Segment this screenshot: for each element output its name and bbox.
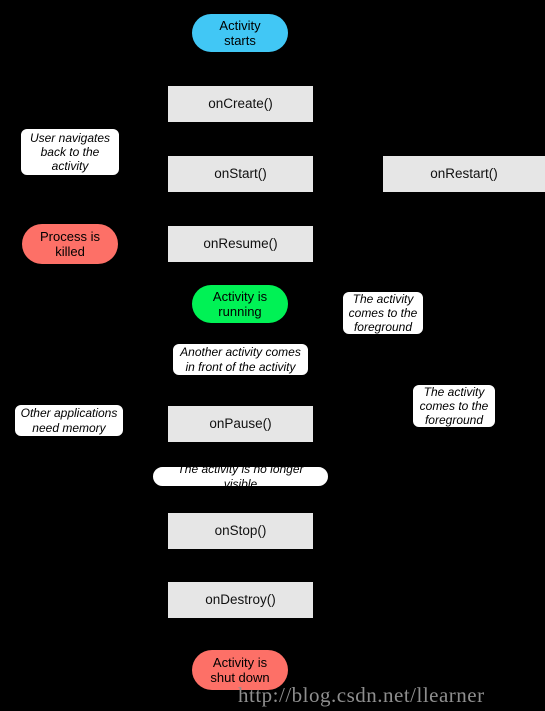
annotation-comes-to-foreground-upper: The activity comes to the foreground — [342, 291, 424, 335]
annotation-comes-to-foreground-lower: The activity comes to the foreground — [412, 384, 496, 428]
annotation-other-apps-need-memory: Other applications need memory — [14, 404, 124, 437]
method-box-onresume: onResume() — [168, 226, 313, 262]
method-box-onrestart: onRestart() — [383, 156, 545, 192]
method-box-onstart: onStart() — [168, 156, 313, 192]
annotation-user-navigates-back: User navigates back to the activity — [20, 128, 120, 176]
state-activity-starts: Activity starts — [192, 14, 288, 52]
annotation-no-longer-visible: The activity is no longer visible — [152, 462, 329, 491]
state-activity-running: Activity is running — [192, 285, 288, 323]
method-box-ondestroy: onDestroy() — [168, 582, 313, 618]
activity-lifecycle-diagram: Activity starts onCreate() User navigate… — [0, 0, 545, 711]
state-process-killed: Process is killed — [22, 224, 118, 264]
method-box-oncreate: onCreate() — [168, 86, 313, 122]
watermark-blog-url: http://blog.csdn.net/llearner — [238, 683, 485, 707]
method-box-onstop: onStop() — [168, 513, 313, 549]
method-box-onpause: onPause() — [168, 406, 313, 442]
annotation-another-activity-in-front: Another activity comes in front of the a… — [172, 343, 309, 376]
